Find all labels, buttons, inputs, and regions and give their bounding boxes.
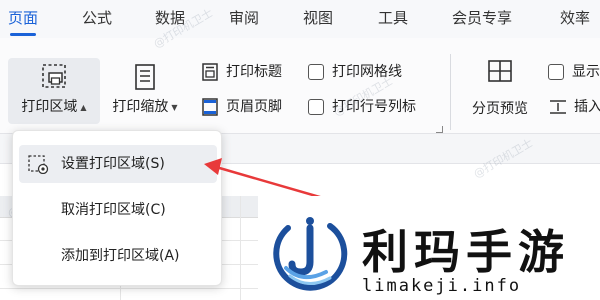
- header-footer-icon: [202, 98, 218, 116]
- tab-member[interactable]: 会员专享: [452, 0, 512, 38]
- print-area-dropdown: 设置打印区域(S) 取消打印区域(C) 添加到打印区域(A): [12, 130, 222, 286]
- logo-domain: limakeji.info: [362, 276, 522, 296]
- show-label: 显示: [572, 64, 600, 80]
- chevron-down-icon: ▼: [171, 102, 178, 112]
- print-title-label: 打印标题: [226, 64, 282, 80]
- insert-button[interactable]: 插入: [548, 95, 600, 119]
- insert-label: 插入: [574, 99, 600, 115]
- print-title-button[interactable]: 打印标题: [200, 60, 300, 84]
- menu-item-set-print-area[interactable]: 设置打印区域(S): [19, 145, 217, 183]
- tab-review[interactable]: 审阅: [229, 0, 259, 38]
- header-footer-label: 页眉页脚: [226, 99, 282, 115]
- menu-item-label: 取消打印区域(C): [61, 202, 166, 218]
- site-logo-overlay: 利玛手游 limakeji.info: [258, 196, 600, 300]
- chevron-up-icon: ▲: [80, 102, 87, 112]
- page-break-preview-label: 分页预览: [472, 101, 528, 117]
- page-break-preview-button[interactable]: 分页预览: [458, 58, 542, 124]
- ribbon-divider: [450, 54, 451, 130]
- set-print-area-icon: [28, 155, 49, 174]
- menu-bar: 页面 公式 数据 审阅 视图 工具 会员专享 效率: [0, 0, 600, 38]
- print-area-icon: [42, 64, 66, 88]
- menu-item-label: 添加到打印区域(A): [61, 248, 180, 264]
- logo-icon: [272, 214, 348, 291]
- print-scale-icon: [135, 64, 155, 90]
- tab-view[interactable]: 视图: [303, 0, 333, 38]
- grid-line: [240, 196, 241, 300]
- page-break-preview-icon: [488, 60, 512, 82]
- print-area-button[interactable]: 打印区域 ▲: [8, 58, 100, 124]
- tab-formula[interactable]: 公式: [82, 0, 112, 38]
- insert-icon: [550, 100, 566, 114]
- checkbox-icon: [308, 99, 324, 115]
- tab-tools[interactable]: 工具: [378, 0, 408, 38]
- checkbox-icon: [308, 64, 324, 80]
- print-scale-button[interactable]: 打印缩放 ▼: [104, 58, 186, 124]
- dialog-launcher-icon[interactable]: [436, 126, 443, 133]
- menu-item-label: 设置打印区域(S): [61, 156, 165, 172]
- tab-efficiency[interactable]: 效率: [560, 0, 590, 38]
- tab-page[interactable]: 页面: [8, 0, 38, 38]
- logo-name: 利玛手游: [362, 225, 570, 279]
- menu-item-add-to-print-area[interactable]: 添加到打印区域(A): [19, 237, 217, 275]
- checkbox-icon: [548, 64, 564, 80]
- print-title-icon: [202, 63, 218, 81]
- header-footer-button[interactable]: 页眉页脚: [200, 95, 300, 119]
- print-scale-label: 打印缩放 ▼: [112, 99, 178, 115]
- show-checkbox[interactable]: 显示: [548, 60, 600, 84]
- print-gridlines-checkbox[interactable]: 打印网格线: [308, 60, 428, 84]
- menu-item-cancel-print-area[interactable]: 取消打印区域(C): [19, 191, 217, 229]
- print-area-label: 打印区域 ▲: [21, 99, 87, 115]
